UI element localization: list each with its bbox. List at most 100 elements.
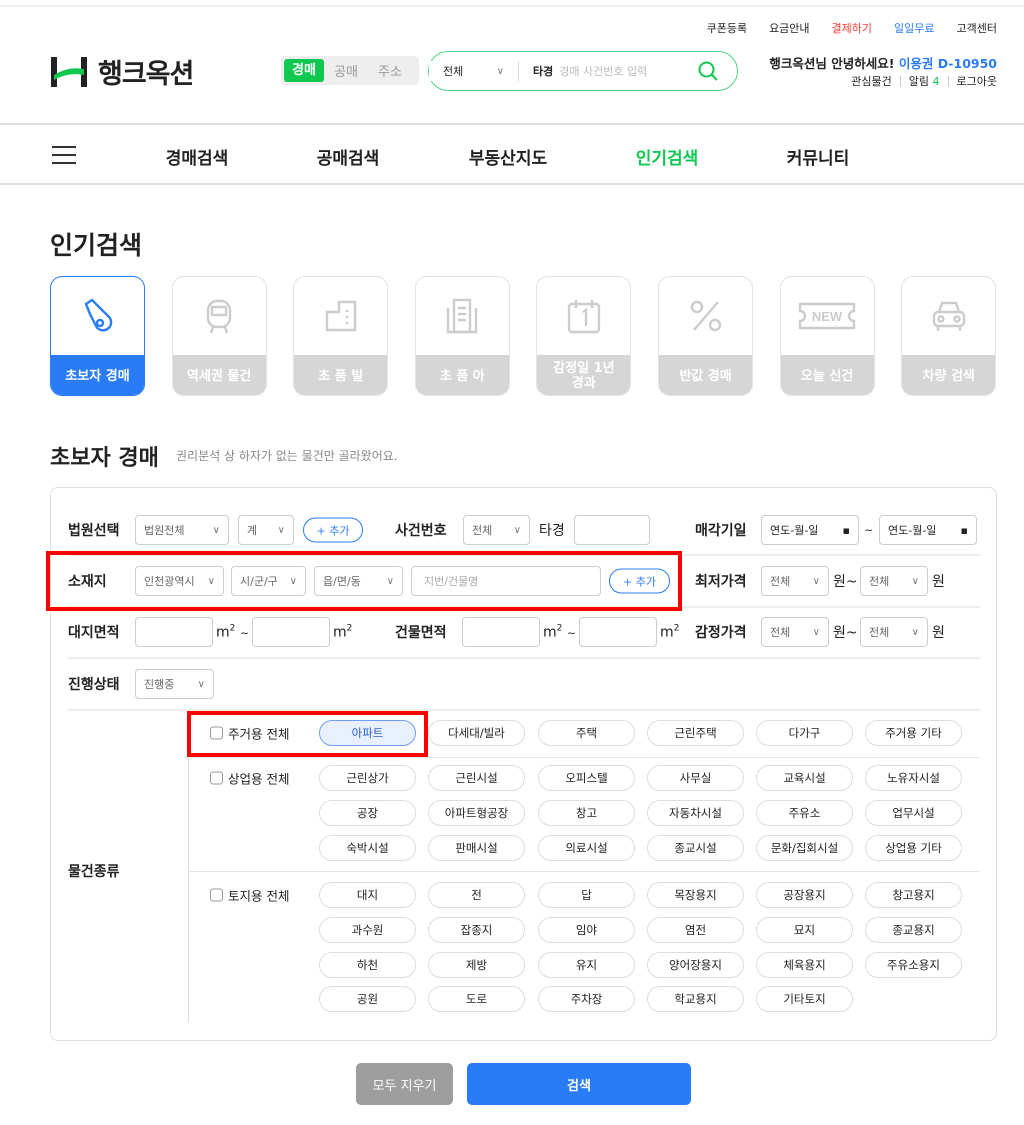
property-type-chip[interactable]: 업무시설 xyxy=(865,800,962,826)
sale-date-to[interactable]: 연도-월-일 ▪ xyxy=(879,515,977,545)
category-card[interactable]: 초 품 빌 xyxy=(293,276,389,396)
land-area-from[interactable] xyxy=(135,617,213,647)
property-type-chip[interactable]: 자동차시설 xyxy=(647,800,744,826)
property-type-chip[interactable]: 체육용지 xyxy=(756,952,853,978)
property-type-chip[interactable]: 오피스텔 xyxy=(538,765,635,791)
search-scope-select[interactable]: 전체 ∨ xyxy=(429,61,519,81)
property-type-chip[interactable]: 판매시설 xyxy=(428,835,525,861)
property-type-chip[interactable]: 염전 xyxy=(647,917,744,943)
property-type-chip[interactable]: 주유소용지 xyxy=(865,952,962,978)
property-type-chip[interactable]: 하천 xyxy=(319,952,416,978)
category-card[interactable]: 초보자 경매 xyxy=(50,276,145,396)
property-type-chip[interactable]: 기타토지 xyxy=(756,986,853,1012)
hamburger-menu-icon[interactable] xyxy=(52,146,76,164)
building-area-from[interactable] xyxy=(462,617,540,647)
percent-icon xyxy=(659,277,752,355)
property-type-chip[interactable]: 사무실 xyxy=(647,765,744,791)
land-area-to[interactable] xyxy=(252,617,330,647)
alarm-link[interactable]: 알림 4 xyxy=(909,73,940,89)
tab-address[interactable]: 주소 xyxy=(368,61,412,80)
property-type-chip[interactable]: 주유소 xyxy=(756,800,853,826)
category-card[interactable]: 역세권 물건 xyxy=(171,276,267,396)
property-type-chip[interactable]: 교육시설 xyxy=(756,765,853,791)
property-type-chip[interactable]: 잡종지 xyxy=(428,917,525,943)
property-type-chip[interactable]: 목장용지 xyxy=(647,882,744,908)
property-type-chip[interactable]: 전 xyxy=(428,882,525,908)
property-type-chip[interactable]: 종교시설 xyxy=(647,835,744,861)
property-type-chip[interactable]: 공장용지 xyxy=(756,882,853,908)
nav-popular[interactable]: 인기검색 xyxy=(636,144,699,169)
daily-free-link[interactable]: 일일무료 xyxy=(894,20,934,36)
court-add-button[interactable]: + 추가 xyxy=(303,517,363,543)
case-number-input[interactable] xyxy=(574,515,650,545)
property-type-chip[interactable]: 아파트형공장 xyxy=(428,800,525,826)
pricing-link[interactable]: 요금안내 xyxy=(769,20,809,36)
property-type-chip[interactable]: 공원 xyxy=(319,986,416,1012)
nav-map[interactable]: 부동산지도 xyxy=(469,144,547,169)
nav-public-search[interactable]: 공매검색 xyxy=(317,144,380,169)
tab-auction[interactable]: 경매 xyxy=(284,59,324,82)
court-select[interactable]: 법원전체 ∨ xyxy=(135,515,229,545)
logo[interactable]: 행크옥션 xyxy=(50,52,194,91)
property-type-chip[interactable]: 답 xyxy=(538,882,635,908)
property-type-chip[interactable]: 주차장 xyxy=(538,986,635,1012)
min-price-from[interactable]: 전체 ∨ xyxy=(761,566,829,596)
property-type-chip[interactable]: 양어장용지 xyxy=(647,952,744,978)
pass-value: D-10950 xyxy=(937,56,997,71)
property-type-chip[interactable]: 다가구 xyxy=(756,720,853,746)
commercial-all-checkbox[interactable]: 상업용 전체 xyxy=(210,769,289,788)
property-type-chip[interactable]: 창고용지 xyxy=(865,882,962,908)
property-type-chip[interactable]: 묘지 xyxy=(756,917,853,943)
pass-label[interactable]: 이용권 xyxy=(899,56,934,71)
property-type-chip[interactable]: 주거용 기타 xyxy=(865,720,962,746)
property-type-chip[interactable]: 주택 xyxy=(538,720,635,746)
clear-all-button[interactable]: 모두 지우기 xyxy=(356,1063,453,1105)
property-type-chip[interactable]: 창고 xyxy=(538,800,635,826)
category-card[interactable]: NEW 오늘 신건 xyxy=(779,276,875,396)
property-type-chip[interactable]: 제방 xyxy=(428,952,525,978)
appraisal-from[interactable]: 전체 ∨ xyxy=(761,617,829,647)
property-type-chip[interactable]: 근린시설 xyxy=(428,765,525,791)
nav-community[interactable]: 커뮤니티 xyxy=(787,144,850,169)
property-type-chip[interactable]: 학교용지 xyxy=(647,986,744,1012)
nav-auction-search[interactable]: 경매검색 xyxy=(166,144,229,169)
search-icon[interactable] xyxy=(697,60,719,82)
sale-date-from[interactable]: 연도-월-일 ▪ xyxy=(761,515,859,545)
search-input[interactable]: 경매 사건번호 입력 xyxy=(559,63,697,79)
top-links: 쿠폰등록 요금안내 결제하기 일일무료 고객센터 xyxy=(707,20,997,36)
logout-link[interactable]: 로그아웃 xyxy=(957,73,997,89)
payment-link[interactable]: 결제하기 xyxy=(832,20,872,36)
tab-public-sale[interactable]: 공매 xyxy=(324,61,368,80)
category-card[interactable]: 반값 경매 xyxy=(658,276,753,396)
branch-select[interactable]: 계 ∨ xyxy=(238,515,294,545)
property-type-chip[interactable]: 근린주택 xyxy=(647,720,744,746)
status-select[interactable]: 진행중 ∨ xyxy=(135,669,214,699)
property-type-chip[interactable]: 근린상가 xyxy=(319,765,416,791)
property-type-chip[interactable]: 숙박시설 xyxy=(319,835,416,861)
appraisal-to[interactable]: 전체 ∨ xyxy=(860,617,928,647)
watchlist-link[interactable]: 관심물건 xyxy=(851,73,891,89)
property-type-chip[interactable]: 다세대/빌라 xyxy=(428,720,525,746)
case-year-select[interactable]: 전체 ∨ xyxy=(463,515,530,545)
category-card[interactable]: 초 품 아 xyxy=(414,276,510,396)
property-type-chip[interactable]: 과수원 xyxy=(319,917,416,943)
property-type-chip[interactable]: 상업용 기타 xyxy=(865,835,962,861)
building-area-to[interactable] xyxy=(579,617,657,647)
coupon-link[interactable]: 쿠폰등록 xyxy=(707,20,747,36)
property-type-chip[interactable]: 유지 xyxy=(538,952,635,978)
support-link[interactable]: 고객센터 xyxy=(957,20,997,36)
land-all-checkbox[interactable]: 토지용 전체 xyxy=(210,886,289,905)
min-price-to[interactable]: 전체 ∨ xyxy=(860,566,928,596)
property-type-chip[interactable]: 공장 xyxy=(319,800,416,826)
property-type-chip[interactable]: 대지 xyxy=(319,882,416,908)
category-card[interactable]: 차량 검색 xyxy=(901,276,997,396)
property-type-chip[interactable]: 의료시설 xyxy=(538,835,635,861)
property-type-chip[interactable]: 도로 xyxy=(428,986,525,1012)
category-card[interactable]: 감정일 1년 경과 xyxy=(536,276,632,396)
property-type-chip[interactable]: 종교용지 xyxy=(865,917,962,943)
property-type-chip[interactable]: 임야 xyxy=(538,917,635,943)
court-label: 법원선택 xyxy=(68,523,120,539)
property-type-chip[interactable]: 문화/집회시설 xyxy=(756,835,853,861)
property-type-chip[interactable]: 노유자시설 xyxy=(865,765,962,791)
search-button[interactable]: 검색 xyxy=(467,1063,691,1105)
